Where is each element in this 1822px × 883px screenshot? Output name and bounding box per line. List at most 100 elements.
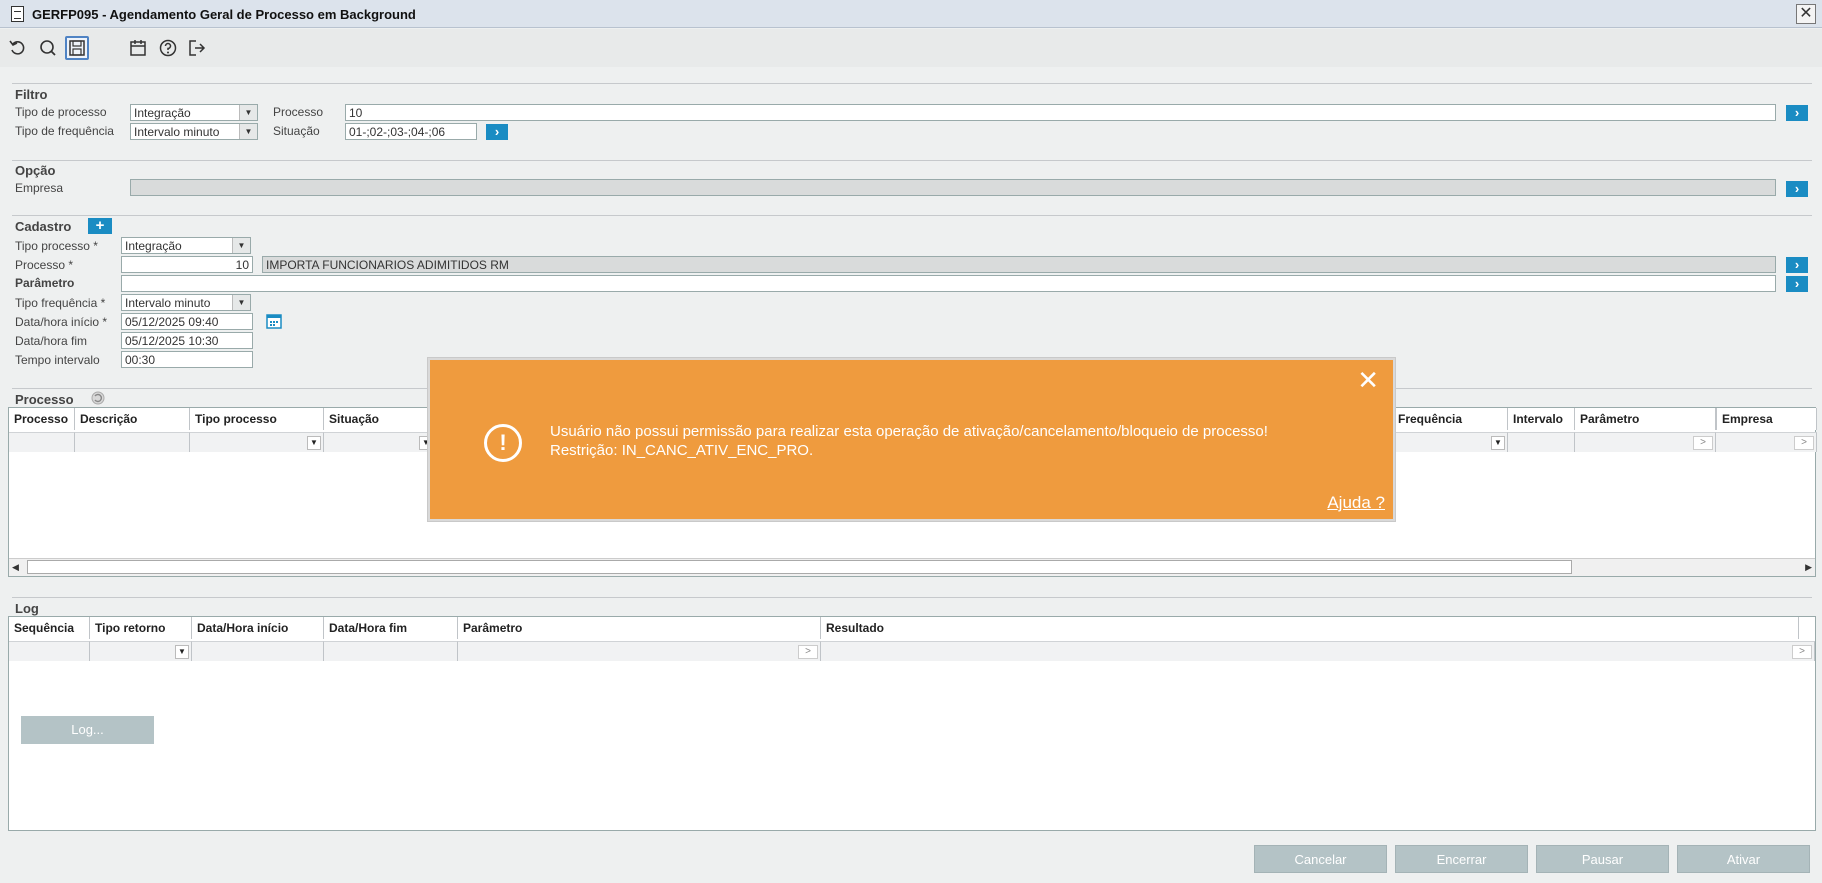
log-section-title: Log	[15, 601, 39, 616]
cadastro-processo-search-button[interactable]: ›	[1786, 257, 1808, 273]
log-grid: Sequência Tipo retorno Data/Hora início …	[8, 616, 1816, 831]
cadastro-parametro-search-button[interactable]: ›	[1786, 276, 1808, 292]
column-header-empresa[interactable]: Empresa	[1716, 408, 1817, 430]
cadastro-tipo-processo-value: Integração	[125, 239, 182, 253]
filter-cell[interactable]	[75, 432, 190, 452]
column-header-tipo-retorno[interactable]: Tipo retorno	[90, 617, 192, 639]
window-close-button[interactable]: ✕	[1796, 4, 1816, 24]
filter-cell[interactable]	[9, 641, 90, 661]
filter-cell[interactable]: >	[458, 641, 821, 661]
cadastro-parametro-input[interactable]	[121, 275, 1776, 292]
filtro-tipo-frequencia-select[interactable]: Intervalo minuto ▼	[130, 123, 258, 140]
cadastro-tipo-frequencia-select[interactable]: Intervalo minuto ▼	[121, 294, 251, 311]
column-header-situacao[interactable]: Situação	[324, 408, 436, 430]
filter-cell[interactable]: ▼	[324, 432, 436, 452]
chevron-down-icon[interactable]: ▼	[232, 295, 250, 310]
toast-message: Usuário não possui permissão para realiz…	[550, 423, 1268, 440]
filtro-tipo-processo-value: Integração	[134, 106, 191, 120]
filter-cell[interactable]	[9, 432, 75, 452]
cadastro-fim-label: Data/hora fim	[15, 334, 88, 348]
chevron-down-icon[interactable]: ▼	[307, 436, 321, 450]
filtro-section-title: Filtro	[15, 87, 48, 102]
column-header-frequencia[interactable]: Frequência	[1392, 408, 1508, 430]
chevron-down-icon[interactable]: ▼	[1491, 436, 1505, 450]
warning-icon: !	[484, 424, 522, 462]
cadastro-fim-input[interactable]: 05/12/2025 10:30	[121, 332, 253, 349]
filter-cell[interactable]	[192, 641, 324, 661]
toast-restriction: Restrição: IN_CANC_ATIV_ENC_PRO.	[550, 442, 814, 459]
close-icon[interactable]: ✕	[1357, 367, 1379, 393]
filtro-tipo-frequencia-value: Intervalo minuto	[134, 125, 220, 139]
chevron-right-icon[interactable]: >	[1792, 645, 1812, 659]
filtro-processo-search-button[interactable]: ›	[1786, 105, 1808, 121]
save-icon[interactable]	[65, 36, 89, 60]
scroll-right-icon[interactable]: ▶	[1805, 562, 1812, 573]
opcao-empresa-input[interactable]	[130, 179, 1776, 196]
search-icon[interactable]	[36, 36, 60, 60]
help-link[interactable]: Ajuda ?	[1327, 493, 1385, 513]
chevron-down-icon[interactable]: ▼	[175, 645, 189, 659]
cadastro-intervalo-input[interactable]: 00:30	[121, 351, 253, 368]
column-header-data-hora-fim[interactable]: Data/Hora fim	[324, 617, 458, 639]
cancel-button-label: Cancelar	[1294, 852, 1347, 867]
column-header-data-hora-inicio[interactable]: Data/Hora início	[192, 617, 324, 639]
chevron-down-icon[interactable]: ▼	[232, 238, 250, 253]
filtro-tipo-frequencia-label: Tipo de frequência	[15, 124, 114, 138]
help-icon[interactable]	[156, 36, 180, 60]
filter-cell[interactable]: ▼	[90, 641, 192, 661]
undo-icon[interactable]	[6, 36, 30, 60]
filter-cell[interactable]	[324, 641, 458, 661]
cadastro-tipo-frequencia-label: Tipo frequência *	[15, 296, 106, 310]
chevron-right-icon[interactable]: >	[798, 645, 818, 659]
chevron-down-icon[interactable]: ▼	[239, 124, 257, 139]
cancel-button[interactable]: Cancelar	[1254, 845, 1387, 873]
filter-cell[interactable]: >	[1575, 432, 1716, 452]
chevron-right-icon[interactable]: >	[1693, 436, 1713, 450]
filter-cell[interactable]: ▼	[1392, 432, 1508, 452]
filtro-situacao-search-button[interactable]: ›	[486, 124, 508, 140]
column-header-processo[interactable]: Processo	[9, 408, 75, 430]
opcao-section-title: Opção	[15, 163, 56, 178]
column-header-resultado[interactable]: Resultado	[821, 617, 1799, 639]
activate-button[interactable]: Ativar	[1677, 845, 1810, 873]
filtro-processo-input[interactable]: 10	[345, 104, 1776, 121]
column-header-parametro[interactable]: Parâmetro	[458, 617, 821, 639]
column-header-sequencia[interactable]: Sequência	[9, 617, 90, 639]
cadastro-inicio-input[interactable]: 05/12/2025 09:40	[121, 313, 253, 330]
scrollbar-thumb[interactable]	[27, 560, 1572, 574]
cadastro-inicio-label: Data/hora início *	[15, 315, 108, 329]
activate-button-label: Ativar	[1726, 852, 1761, 867]
toolbar	[0, 29, 1822, 67]
opcao-empresa-label: Empresa	[15, 181, 64, 195]
column-header-intervalo[interactable]: Intervalo	[1508, 408, 1575, 430]
filter-cell[interactable]: ▼	[190, 432, 324, 452]
exit-icon[interactable]	[185, 36, 209, 60]
cadastro-section-title: Cadastro	[15, 219, 72, 234]
filtro-tipo-processo-select[interactable]: Integração ▼	[130, 104, 258, 121]
filter-cell[interactable]	[1508, 432, 1575, 452]
filtro-processo-label: Processo	[273, 105, 324, 119]
chevron-right-icon[interactable]: >	[1794, 436, 1814, 450]
processo-section-title: Processo	[15, 392, 74, 407]
cadastro-tipo-processo-label: Tipo processo *	[15, 239, 98, 253]
chevron-down-icon[interactable]: ▼	[239, 105, 257, 120]
column-header-parametro[interactable]: Parâmetro	[1575, 408, 1716, 430]
filtro-situacao-input[interactable]: 01-;02-;03-;04-;06	[345, 123, 477, 140]
column-header-tipo-processo[interactable]: Tipo processo	[190, 408, 324, 430]
filtro-tipo-processo-label: Tipo de processo	[15, 105, 107, 119]
pause-button[interactable]: Pausar	[1536, 845, 1669, 873]
encerrar-button[interactable]: Encerrar	[1395, 845, 1528, 873]
scroll-left-icon[interactable]: ◀	[12, 562, 19, 573]
horizontal-scrollbar[interactable]: ◀ ▶	[9, 558, 1815, 576]
calendar-icon[interactable]	[126, 36, 150, 60]
filter-cell[interactable]: >	[1716, 432, 1817, 452]
log-button[interactable]: Log...	[21, 716, 154, 744]
calendar-icon[interactable]	[265, 312, 283, 333]
cadastro-tipo-processo-select[interactable]: Integração ▼	[121, 237, 251, 254]
pause-button-label: Pausar	[1581, 852, 1624, 867]
column-header-descricao[interactable]: Descrição	[75, 408, 190, 430]
add-button[interactable]: +	[88, 218, 112, 234]
filter-cell[interactable]: >	[821, 641, 1815, 661]
cadastro-processo-code-input[interactable]: 10	[121, 256, 253, 273]
opcao-empresa-search-button[interactable]: ›	[1786, 181, 1808, 197]
